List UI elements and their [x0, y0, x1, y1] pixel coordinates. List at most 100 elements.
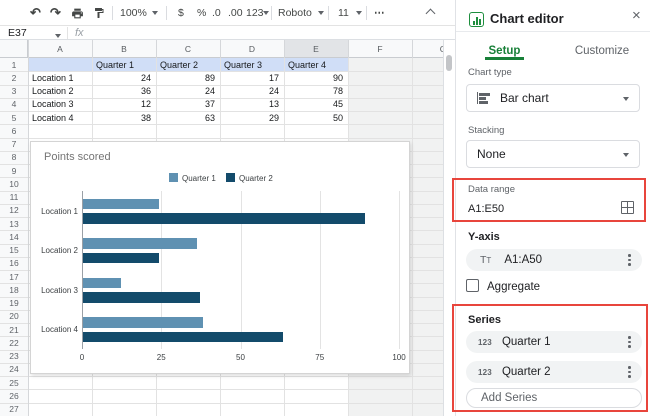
- row-header[interactable]: 22: [0, 336, 28, 349]
- row-header[interactable]: 20: [0, 310, 28, 323]
- name-box[interactable]: E37: [8, 27, 27, 39]
- x-tick-label: 50: [229, 353, 253, 362]
- row-header[interactable]: 27: [0, 403, 28, 416]
- toolbar-separator: [328, 6, 329, 20]
- cell[interactable]: 78: [284, 85, 343, 98]
- cell[interactable]: Quarter 2: [160, 58, 216, 71]
- row-header[interactable]: 11: [0, 191, 28, 204]
- decrease-decimal-button[interactable]: .0: [212, 0, 221, 26]
- zoom-caret-icon[interactable]: [152, 0, 158, 26]
- row-header[interactable]: 12: [0, 204, 28, 217]
- cell[interactable]: Location 1: [32, 71, 88, 84]
- row-header[interactable]: 19: [0, 297, 28, 310]
- row-header[interactable]: 5: [0, 111, 28, 124]
- cell[interactable]: Location 3: [32, 98, 88, 111]
- column-header[interactable]: F: [348, 40, 412, 57]
- cell[interactable]: Quarter 3: [224, 58, 280, 71]
- tab-setup[interactable]: Setup: [456, 45, 553, 57]
- cell[interactable]: 45: [284, 98, 343, 111]
- y-axis-menu-icon[interactable]: [628, 254, 631, 268]
- stacking-select[interactable]: None: [466, 140, 640, 168]
- redo-icon[interactable]: ↷: [50, 0, 61, 26]
- row-header[interactable]: 18: [0, 283, 28, 296]
- highlight-box-data-range: [452, 178, 646, 222]
- embedded-chart[interactable]: Points scoredQuarter 1Quarter 2025507510…: [30, 141, 410, 374]
- print-icon[interactable]: [71, 0, 84, 26]
- select-all-corner[interactable]: [0, 40, 28, 58]
- chart-type-select[interactable]: Bar chart: [466, 84, 640, 112]
- cell[interactable]: Quarter 1: [96, 58, 152, 71]
- row-header[interactable]: 24: [0, 363, 28, 376]
- x-tick-label: 75: [308, 353, 332, 362]
- row-header[interactable]: 2: [0, 71, 28, 84]
- font-size-caret-icon[interactable]: [356, 0, 362, 26]
- cell[interactable]: 50: [284, 111, 343, 124]
- bar-quarter2: [83, 253, 159, 264]
- cell[interactable]: 63: [156, 111, 215, 124]
- row-header[interactable]: 26: [0, 389, 28, 402]
- legend-label: Quarter 2: [239, 174, 273, 183]
- cell[interactable]: 38: [92, 111, 151, 124]
- cell[interactable]: 36: [92, 85, 151, 98]
- row-header[interactable]: 6: [0, 124, 28, 137]
- font-caret-icon[interactable]: [318, 0, 324, 26]
- row-header[interactable]: 8: [0, 151, 28, 164]
- column-header[interactable]: E: [284, 40, 348, 57]
- cell[interactable]: 24: [156, 85, 215, 98]
- number-format-button[interactable]: 123: [246, 0, 264, 26]
- cell[interactable]: 24: [92, 71, 151, 84]
- row-header[interactable]: 15: [0, 244, 28, 257]
- cell[interactable]: 12: [92, 98, 151, 111]
- collapse-toolbar-icon[interactable]: [427, 0, 434, 26]
- aggregate-checkbox[interactable]: [466, 279, 479, 292]
- tab-customize[interactable]: Customize: [553, 45, 650, 57]
- row-header[interactable]: 1: [0, 58, 28, 71]
- zoom-control[interactable]: 100%: [120, 0, 147, 26]
- y-axis-value: A1:A50: [504, 254, 542, 266]
- cell[interactable]: 90: [284, 71, 343, 84]
- row-header[interactable]: 9: [0, 164, 28, 177]
- row-header[interactable]: 17: [0, 270, 28, 283]
- number-format-caret-icon[interactable]: [263, 0, 269, 26]
- increase-decimal-button[interactable]: .00: [228, 0, 243, 26]
- cell[interactable]: 13: [220, 98, 279, 111]
- cell[interactable]: Quarter 4: [288, 58, 344, 71]
- row-header[interactable]: 4: [0, 98, 28, 111]
- row-header[interactable]: 13: [0, 217, 28, 230]
- column-header[interactable]: A: [28, 40, 92, 57]
- paint-format-icon[interactable]: [93, 0, 105, 26]
- row-header[interactable]: 3: [0, 85, 28, 98]
- row-header[interactable]: 23: [0, 350, 28, 363]
- chart-editor-icon: [469, 12, 484, 27]
- row-header[interactable]: 10: [0, 177, 28, 190]
- more-options-icon[interactable]: ⋯: [374, 0, 386, 26]
- y-axis-chip[interactable]: TT A1:A50: [466, 249, 642, 271]
- panel-divider: [456, 31, 650, 32]
- cell[interactable]: 37: [156, 98, 215, 111]
- cell[interactable]: Location 2: [32, 85, 88, 98]
- scrollbar-thumb[interactable]: [446, 55, 452, 71]
- row-header[interactable]: 7: [0, 138, 28, 151]
- column-header[interactable]: D: [220, 40, 284, 57]
- cell[interactable]: 17: [220, 71, 279, 84]
- tab-setup-underline: [485, 57, 524, 60]
- cell[interactable]: 89: [156, 71, 215, 84]
- row-header[interactable]: 21: [0, 323, 28, 336]
- undo-icon[interactable]: ↶: [30, 0, 41, 26]
- row-header[interactable]: 16: [0, 257, 28, 270]
- close-icon[interactable]: ×: [632, 7, 641, 24]
- row-header[interactable]: 14: [0, 230, 28, 243]
- column-header[interactable]: B: [92, 40, 156, 57]
- format-currency-button[interactable]: $: [178, 0, 184, 26]
- category-label: Location 2: [31, 246, 78, 255]
- cell[interactable]: Location 4: [32, 111, 88, 124]
- highlight-box-series: [452, 304, 648, 412]
- cell[interactable]: 24: [220, 85, 279, 98]
- format-percent-button[interactable]: %: [197, 0, 206, 26]
- cell[interactable]: 29: [220, 111, 279, 124]
- toolbar: ↶ ↷ 100% $ % .0 .00 123 Roboto 11 ⋯: [0, 0, 455, 26]
- font-size-selector[interactable]: 11: [338, 0, 349, 26]
- row-header[interactable]: 25: [0, 376, 28, 389]
- font-selector[interactable]: Roboto: [278, 0, 312, 26]
- column-header[interactable]: C: [156, 40, 220, 57]
